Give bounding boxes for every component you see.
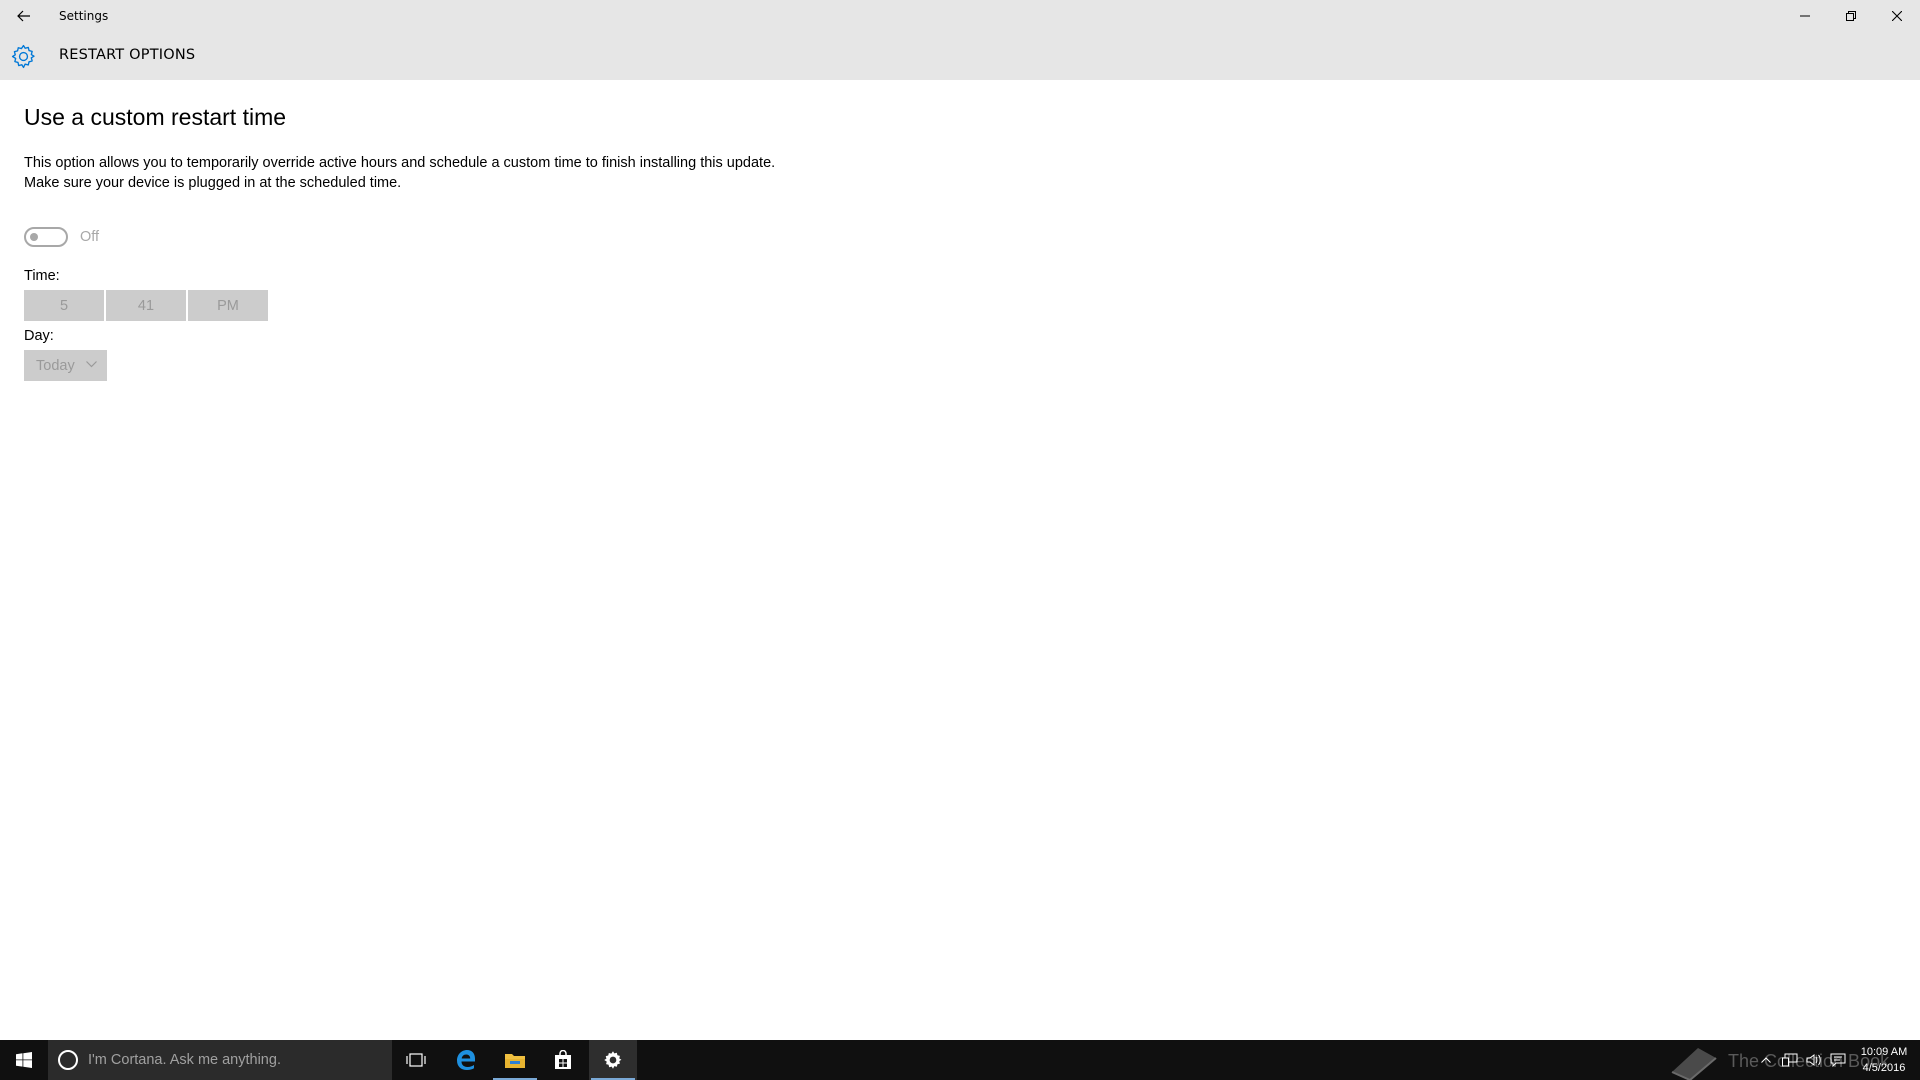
chevron-up-icon bbox=[1761, 1057, 1771, 1063]
taskbar: I'm Cortana. Ask me anything. The Collec… bbox=[0, 1040, 1920, 1080]
network-button[interactable] bbox=[1778, 1040, 1802, 1080]
time-picker: 5 41 PM bbox=[24, 290, 268, 321]
system-clock[interactable]: 10:09 AM 4/5/2016 bbox=[1852, 1044, 1916, 1076]
gear-icon bbox=[11, 44, 35, 69]
restart-toggle-row: Off bbox=[24, 226, 99, 248]
cortana-search-box[interactable]: I'm Cortana. Ask me anything. bbox=[48, 1040, 392, 1080]
notification-icon bbox=[1830, 1053, 1846, 1067]
edge-button[interactable] bbox=[442, 1040, 490, 1080]
settings-icon bbox=[604, 1051, 622, 1069]
volume-button[interactable] bbox=[1802, 1040, 1826, 1080]
custom-restart-toggle[interactable] bbox=[24, 227, 68, 247]
volume-icon bbox=[1806, 1054, 1821, 1066]
file-explorer-icon bbox=[505, 1054, 525, 1068]
search-placeholder: I'm Cortana. Ask me anything. bbox=[88, 1052, 281, 1068]
time-minute[interactable]: 41 bbox=[106, 290, 186, 321]
file-explorer-button[interactable] bbox=[491, 1040, 539, 1080]
cortana-icon bbox=[58, 1050, 78, 1070]
day-selected-value: Today bbox=[36, 357, 75, 374]
day-dropdown[interactable]: Today bbox=[24, 350, 107, 381]
description-line-1: This option allows you to temporarily ov… bbox=[24, 155, 776, 171]
title-bar: Settings bbox=[0, 0, 1920, 32]
toggle-state-label: Off bbox=[80, 229, 100, 245]
action-center-button[interactable] bbox=[1826, 1040, 1850, 1080]
start-button[interactable] bbox=[0, 1040, 48, 1080]
store-icon bbox=[555, 1050, 571, 1069]
close-icon bbox=[1892, 11, 1902, 21]
page-header: RESTART OPTIONS bbox=[0, 32, 1920, 80]
description-line-2: Make sure your device is plugged in at t… bbox=[24, 175, 402, 191]
description: This option allows you to temporarily ov… bbox=[24, 153, 775, 193]
minimize-icon bbox=[1800, 15, 1810, 17]
task-view-button[interactable] bbox=[392, 1040, 440, 1080]
network-icon bbox=[1782, 1053, 1798, 1067]
show-hidden-icons-button[interactable] bbox=[1756, 1040, 1776, 1080]
clock-time: 10:09 AM bbox=[1860, 1046, 1908, 1058]
settings-taskbar-button[interactable] bbox=[589, 1040, 637, 1080]
back-arrow-icon bbox=[17, 10, 30, 22]
chevron-down-icon bbox=[86, 361, 97, 368]
page-title: RESTART OPTIONS bbox=[59, 47, 196, 63]
task-view-icon bbox=[406, 1053, 426, 1067]
clock-date: 4/5/2016 bbox=[1862, 1062, 1906, 1074]
section-heading: Use a custom restart time bbox=[24, 104, 287, 130]
book-logo-icon bbox=[1671, 1048, 1717, 1080]
close-button[interactable] bbox=[1874, 0, 1920, 32]
time-period[interactable]: PM bbox=[188, 290, 268, 321]
toggle-knob bbox=[30, 233, 38, 241]
day-label: Day: bbox=[24, 328, 54, 344]
edge-icon bbox=[457, 1050, 475, 1070]
window-title: Settings bbox=[59, 9, 109, 23]
restore-button[interactable] bbox=[1828, 0, 1874, 32]
restore-icon bbox=[1846, 11, 1856, 21]
windows-logo-icon bbox=[16, 1052, 32, 1068]
store-button[interactable] bbox=[539, 1040, 587, 1080]
back-button[interactable] bbox=[0, 0, 48, 32]
time-hour[interactable]: 5 bbox=[24, 290, 104, 321]
time-label: Time: bbox=[24, 268, 60, 284]
minimize-button[interactable] bbox=[1782, 0, 1828, 32]
